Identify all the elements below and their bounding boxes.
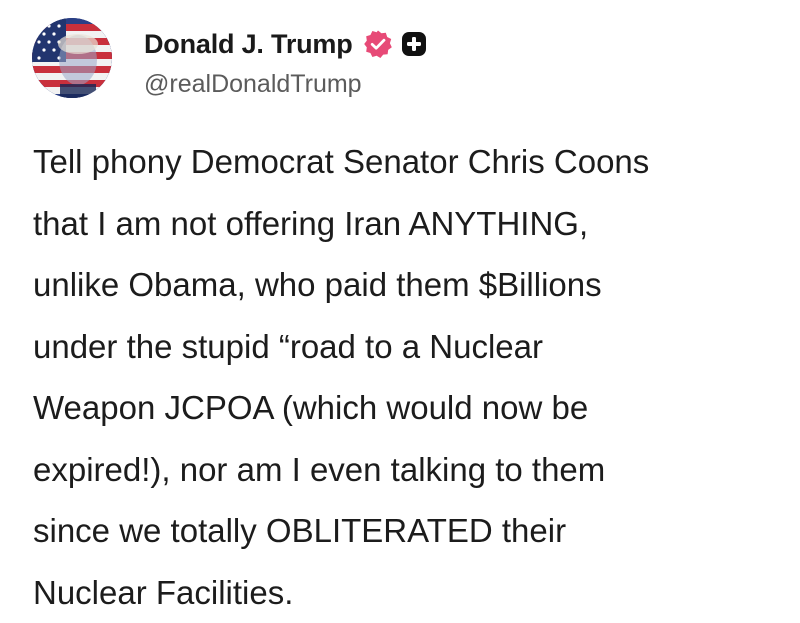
post-body-line: that I am not offering Iran ANYTHING, — [33, 193, 783, 255]
post-body-line: expired!), nor am I even talking to them — [33, 439, 783, 501]
post-body-line: Weapon JCPOA (which would now be — [33, 377, 783, 439]
post-body-line: since we totally OBLITERATED their — [33, 500, 783, 562]
display-name[interactable]: Donald J. Trump — [144, 29, 353, 60]
name-row: Donald J. Trump — [144, 24, 427, 64]
post-body-line: under the stupid “road to a Nuclear — [33, 316, 783, 378]
post-card: Donald J. Trump @realDonaldTrump — [0, 0, 800, 598]
handle[interactable]: @realDonaldTrump — [144, 70, 427, 99]
post-body-line: unlike Obama, who paid them $Billions — [33, 254, 783, 316]
avatar[interactable] — [32, 18, 112, 98]
post-header: Donald J. Trump @realDonaldTrump — [32, 16, 427, 108]
author-identity: Donald J. Trump @realDonaldTrump — [144, 24, 427, 99]
flag-portrait-avatar-icon — [32, 18, 112, 98]
post-body: Tell phony Democrat Senator Chris Coons … — [33, 131, 783, 623]
post-body-line: Nuclear Facilities. — [33, 562, 783, 623]
plus-badge-icon — [401, 31, 427, 57]
post-body-line: Tell phony Democrat Senator Chris Coons — [33, 131, 783, 193]
verified-badge-icon — [363, 29, 393, 59]
